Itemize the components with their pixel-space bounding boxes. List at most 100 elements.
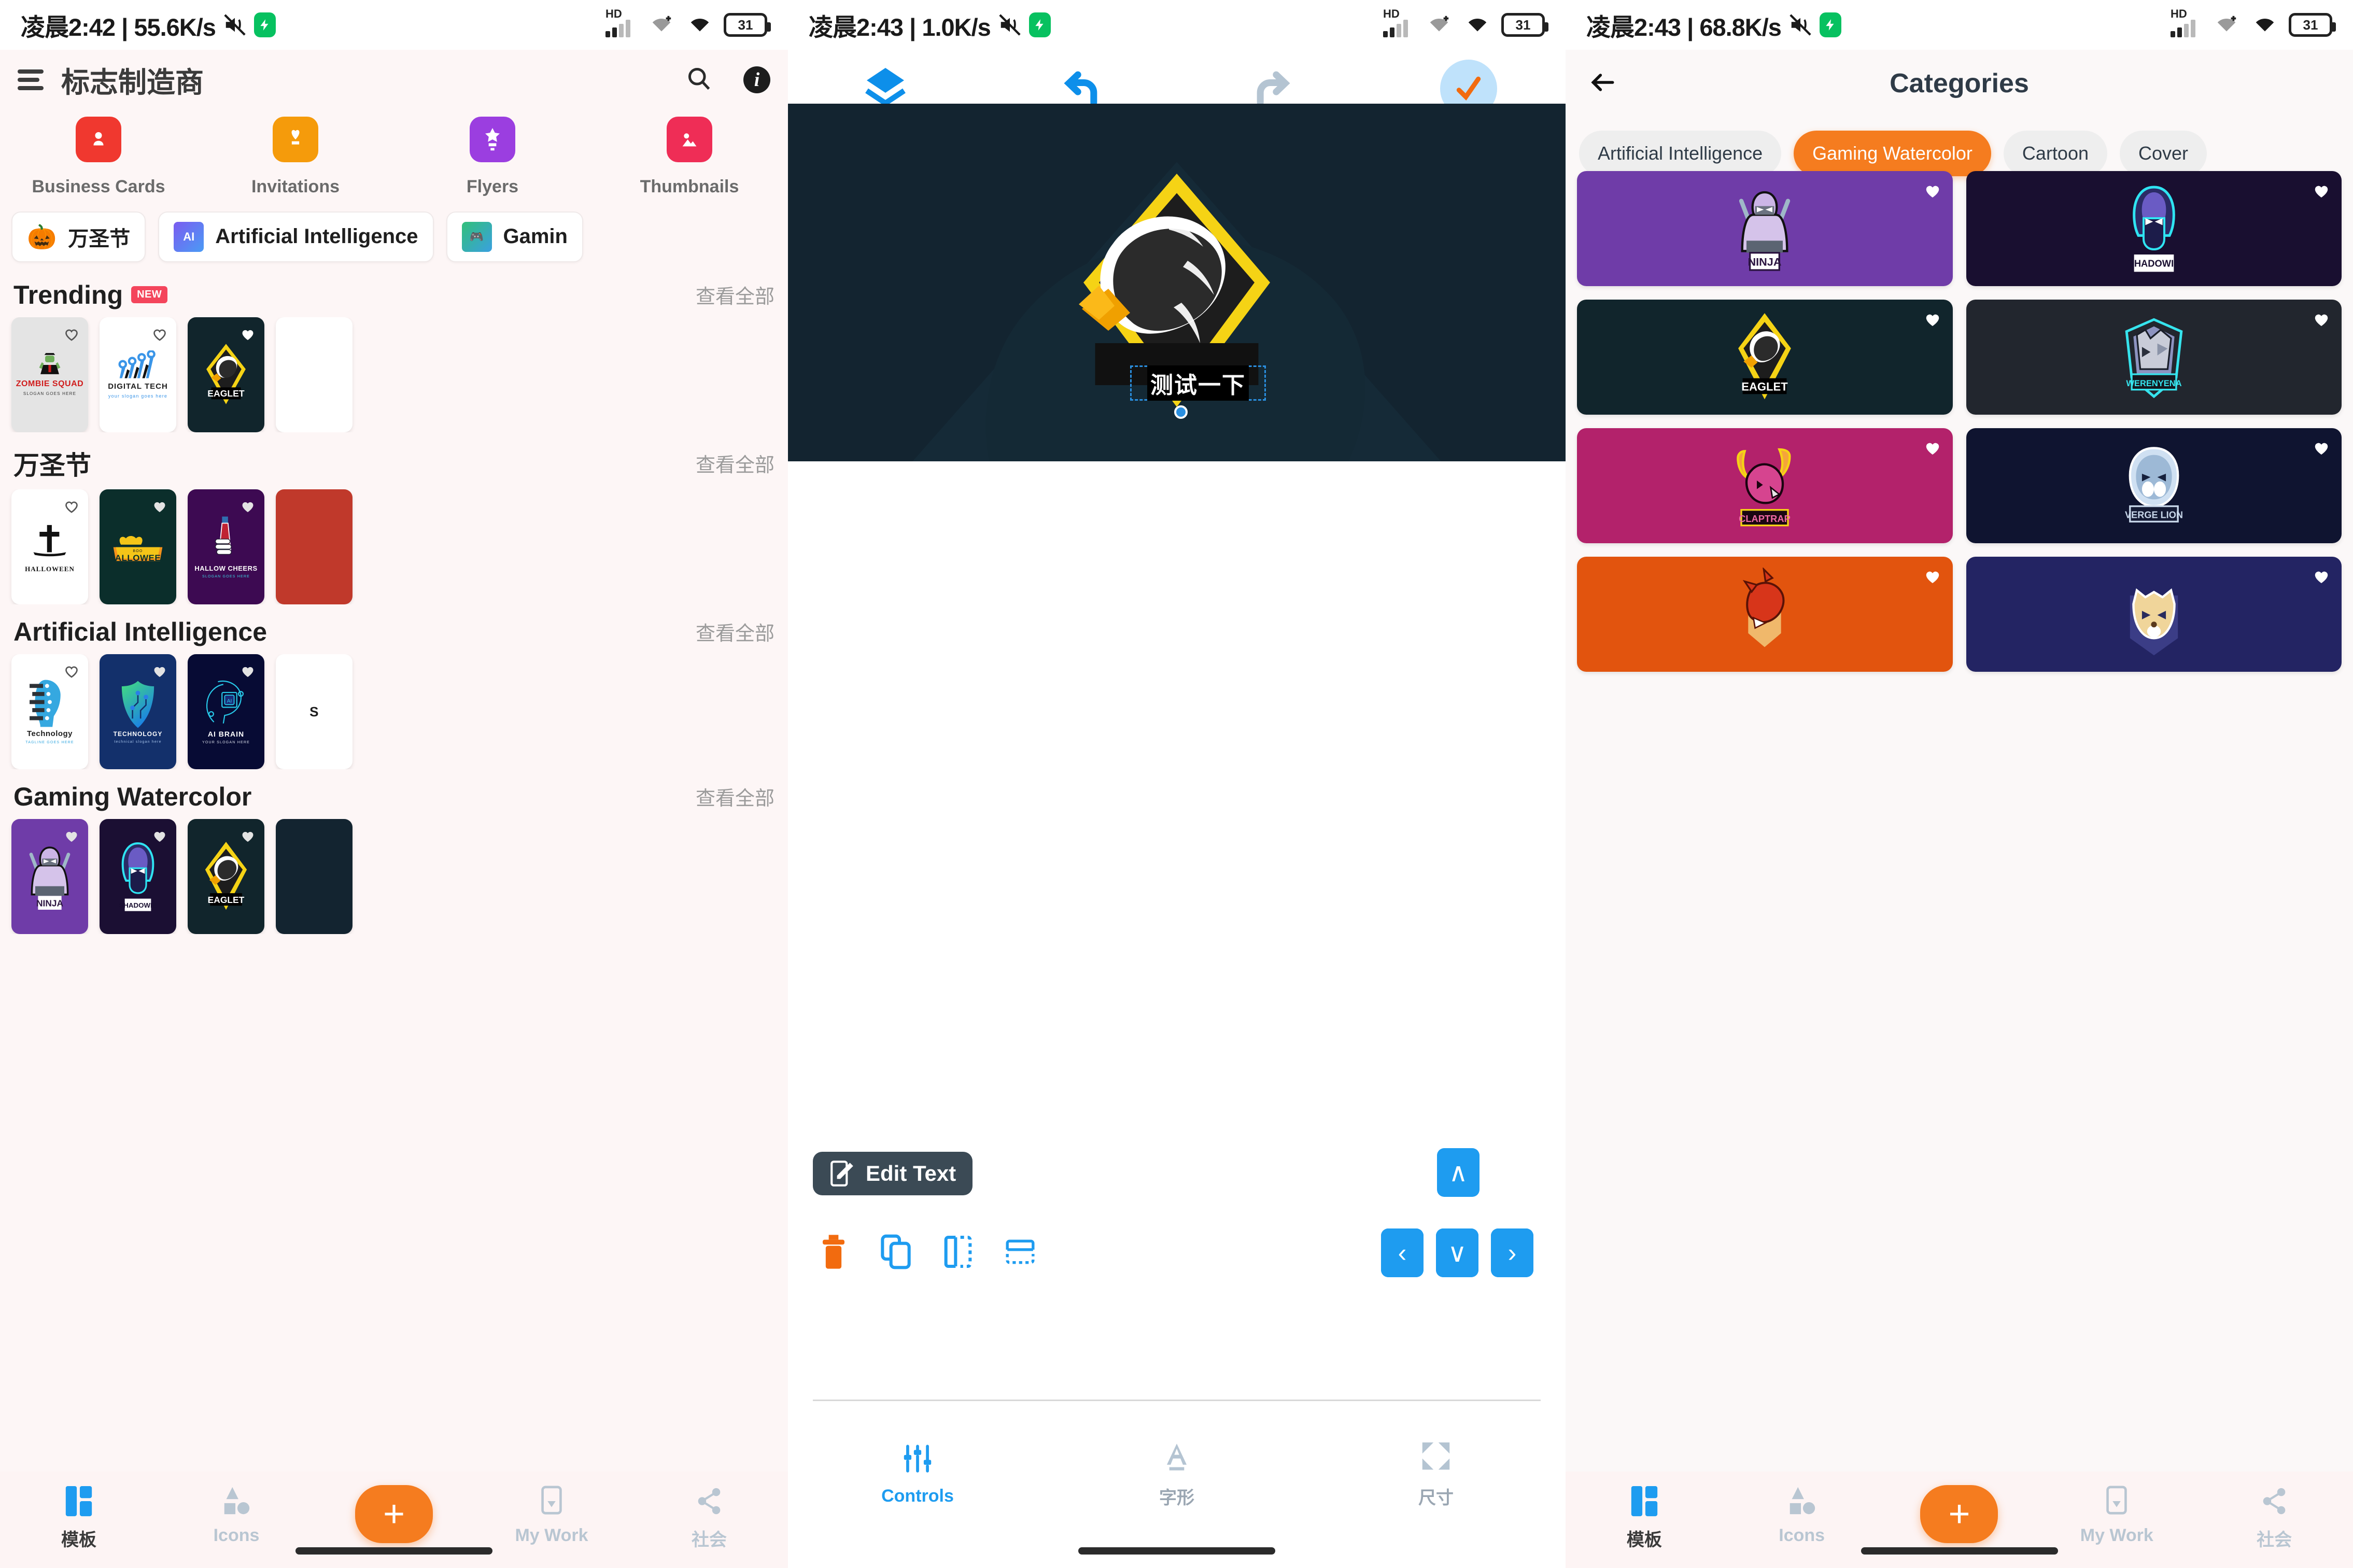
- duplicate-button[interactable]: [874, 1230, 918, 1274]
- selection-handle[interactable]: [1174, 405, 1188, 419]
- grid-card-eaglet[interactable]: EAGLET: [1577, 300, 1953, 415]
- grid-card-verge-lion[interactable]: VERGE LION: [1966, 428, 2342, 543]
- nav-icons[interactable]: Icons: [158, 1485, 315, 1546]
- flyer-star-icon: [470, 117, 515, 162]
- edit-text-button[interactable]: Edit Text: [813, 1152, 973, 1195]
- see-all-link[interactable]: 查看全部: [696, 617, 774, 646]
- share-icon: [2263, 1488, 2286, 1515]
- nav-icons[interactable]: Icons: [1723, 1485, 1881, 1546]
- heart-icon[interactable]: [150, 826, 169, 845]
- selected-text-object[interactable]: 测试一下: [1130, 365, 1266, 401]
- tab-font[interactable]: 字形: [1047, 1440, 1306, 1509]
- flip-vertical-button[interactable]: [998, 1230, 1042, 1274]
- heart-icon[interactable]: [1922, 179, 1943, 201]
- template-card[interactable]: SHADOWIE: [100, 818, 176, 934]
- info-icon[interactable]: i: [743, 66, 770, 93]
- heart-icon[interactable]: [150, 497, 169, 515]
- template-card[interactable]: BOO HALLOWEEN: [100, 489, 176, 604]
- heart-icon[interactable]: [2310, 436, 2332, 458]
- tab-label: 尺寸: [1418, 1488, 1454, 1508]
- quick-category-invitations[interactable]: Invitations: [197, 117, 394, 198]
- chip-gaming[interactable]: 🎮 Gamin: [446, 211, 583, 262]
- nav-create[interactable]: +: [315, 1485, 473, 1543]
- plus-fab-icon[interactable]: +: [355, 1485, 433, 1543]
- template-card[interactable]: ZOMBIE SQUAD SLOGAN GOES HERE: [11, 317, 88, 432]
- grid-card-ninja[interactable]: NINJA: [1577, 171, 1953, 286]
- see-all-link[interactable]: 查看全部: [696, 782, 774, 811]
- heart-icon[interactable]: [1922, 565, 1943, 587]
- template-card[interactable]: NINJA: [11, 818, 88, 934]
- heart-icon[interactable]: [150, 324, 169, 343]
- template-card[interactable]: HALLOWEEN: [11, 489, 88, 604]
- template-card[interactable]: [276, 317, 353, 432]
- heart-icon[interactable]: [62, 324, 81, 343]
- plus-fab-icon[interactable]: +: [1920, 1485, 1998, 1543]
- heart-icon[interactable]: [238, 324, 257, 343]
- template-card[interactable]: EAGLET: [188, 317, 264, 432]
- heart-icon[interactable]: [238, 826, 257, 845]
- tab-controls[interactable]: Controls: [788, 1443, 1047, 1506]
- template-card[interactable]: HALLOW CHEERS SLOGAN GOES HERE: [188, 489, 264, 604]
- chip-artificial-intelligence[interactable]: AI Artificial Intelligence: [158, 211, 434, 262]
- chip-artificial-intelligence[interactable]: Artificial Intelligence: [1579, 131, 1782, 176]
- grid-card-title: WERENYENA: [2126, 379, 2181, 388]
- back-arrow-icon[interactable]: [1588, 68, 1617, 100]
- heart-icon[interactable]: [238, 497, 257, 515]
- heart-icon[interactable]: [62, 661, 81, 680]
- nav-my-work[interactable]: My Work: [473, 1485, 630, 1546]
- quick-category-thumbnails[interactable]: Thumbnails: [591, 117, 788, 198]
- design-canvas[interactable]: 测试一下: [788, 104, 1566, 461]
- chip-gaming-watercolor[interactable]: Gaming Watercolor: [1794, 131, 1991, 176]
- grid-card-cheetah[interactable]: [1966, 557, 2342, 672]
- nav-create[interactable]: +: [1881, 1485, 2038, 1543]
- grid-card-shadowie[interactable]: SHADOWIE: [1966, 171, 2342, 286]
- heart-icon[interactable]: [2310, 179, 2332, 201]
- nav-social[interactable]: 社会: [2195, 1485, 2353, 1551]
- chevron-right-icon: ›: [1491, 1228, 1533, 1277]
- nudge-left-button[interactable]: ‹: [1381, 1228, 1424, 1277]
- heart-icon[interactable]: [2310, 308, 2332, 330]
- tab-size[interactable]: 尺寸: [1306, 1440, 1566, 1509]
- eagle-art: EAGLET: [1738, 313, 1792, 400]
- template-card[interactable]: Technology TAGLINE GOES HERE: [11, 654, 88, 769]
- template-card[interactable]: DIGITAL TECH your slogan goes here: [100, 317, 176, 432]
- delete-button[interactable]: [812, 1230, 855, 1274]
- heart-icon[interactable]: [1922, 436, 1943, 458]
- heart-icon[interactable]: [62, 826, 81, 845]
- heart-icon[interactable]: [238, 661, 257, 680]
- card-art: TECHNOLOGY technical slogan here: [100, 680, 176, 744]
- quick-category-flyers[interactable]: Flyers: [394, 117, 591, 198]
- grid-card-dragon[interactable]: [1577, 557, 1953, 672]
- search-icon[interactable]: [685, 65, 712, 94]
- heart-icon[interactable]: [150, 661, 169, 680]
- template-card[interactable]: TECHNOLOGY technical slogan here: [100, 654, 176, 769]
- nav-my-work[interactable]: My Work: [2038, 1485, 2195, 1546]
- chip-cartoon[interactable]: Cartoon: [2003, 131, 2107, 176]
- see-all-link[interactable]: 查看全部: [696, 280, 774, 309]
- template-card[interactable]: S: [276, 654, 353, 769]
- nudge-right-button[interactable]: ›: [1491, 1228, 1533, 1277]
- heart-icon[interactable]: [2310, 565, 2332, 587]
- hamburger-icon[interactable]: [18, 69, 44, 90]
- grid-card-werenyena[interactable]: WERENYENA: [1966, 300, 2342, 415]
- chip-cover[interactable]: Cover: [2120, 131, 2207, 176]
- card-title: HALLOWEEN: [25, 565, 75, 573]
- card-subtitle: BOO: [133, 549, 143, 553]
- grid-card-claptrap[interactable]: CLAPTRAP: [1577, 428, 1953, 543]
- heart-icon[interactable]: [62, 497, 81, 515]
- chip-halloween[interactable]: 🎃 万圣节: [11, 211, 146, 262]
- see-all-link[interactable]: 查看全部: [696, 449, 774, 477]
- my-work-icon: [2106, 1486, 2127, 1515]
- nudge-up-button[interactable]: ∧: [1437, 1148, 1480, 1197]
- template-card[interactable]: [276, 818, 353, 934]
- quick-category-business-cards[interactable]: Business Cards: [0, 117, 197, 198]
- nav-templates[interactable]: 模板: [0, 1485, 158, 1551]
- template-card[interactable]: [276, 489, 353, 604]
- nav-social[interactable]: 社会: [630, 1485, 788, 1551]
- nudge-down-button[interactable]: ∨: [1436, 1228, 1478, 1277]
- heart-icon[interactable]: [1922, 308, 1943, 330]
- template-card[interactable]: EAGLET: [188, 818, 264, 934]
- nav-templates[interactable]: 模板: [1566, 1485, 1723, 1551]
- template-card[interactable]: AI AI BRAIN YOUR SLOGAN HERE: [188, 654, 264, 769]
- flip-horizontal-button[interactable]: [936, 1230, 980, 1274]
